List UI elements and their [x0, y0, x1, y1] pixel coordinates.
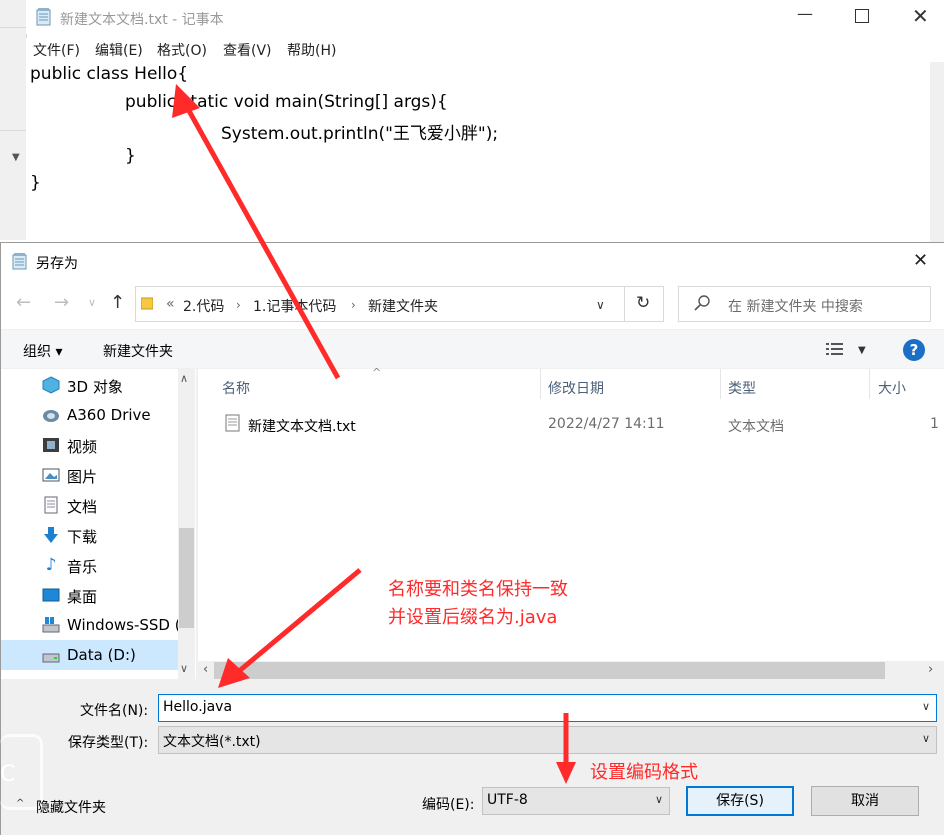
- annotation-name-note: 名称要和类名保持一致: [388, 579, 568, 600]
- annotation-arrows: [172, 84, 576, 784]
- annotation-suffix-note: 并设置后缀名为.java: [388, 607, 558, 628]
- arrow-to-encoding: [556, 713, 576, 784]
- arrow-to-class-name: [172, 84, 341, 380]
- annotation-encoding-note: 设置编码格式: [590, 762, 698, 783]
- arrow-to-filename: [218, 568, 362, 688]
